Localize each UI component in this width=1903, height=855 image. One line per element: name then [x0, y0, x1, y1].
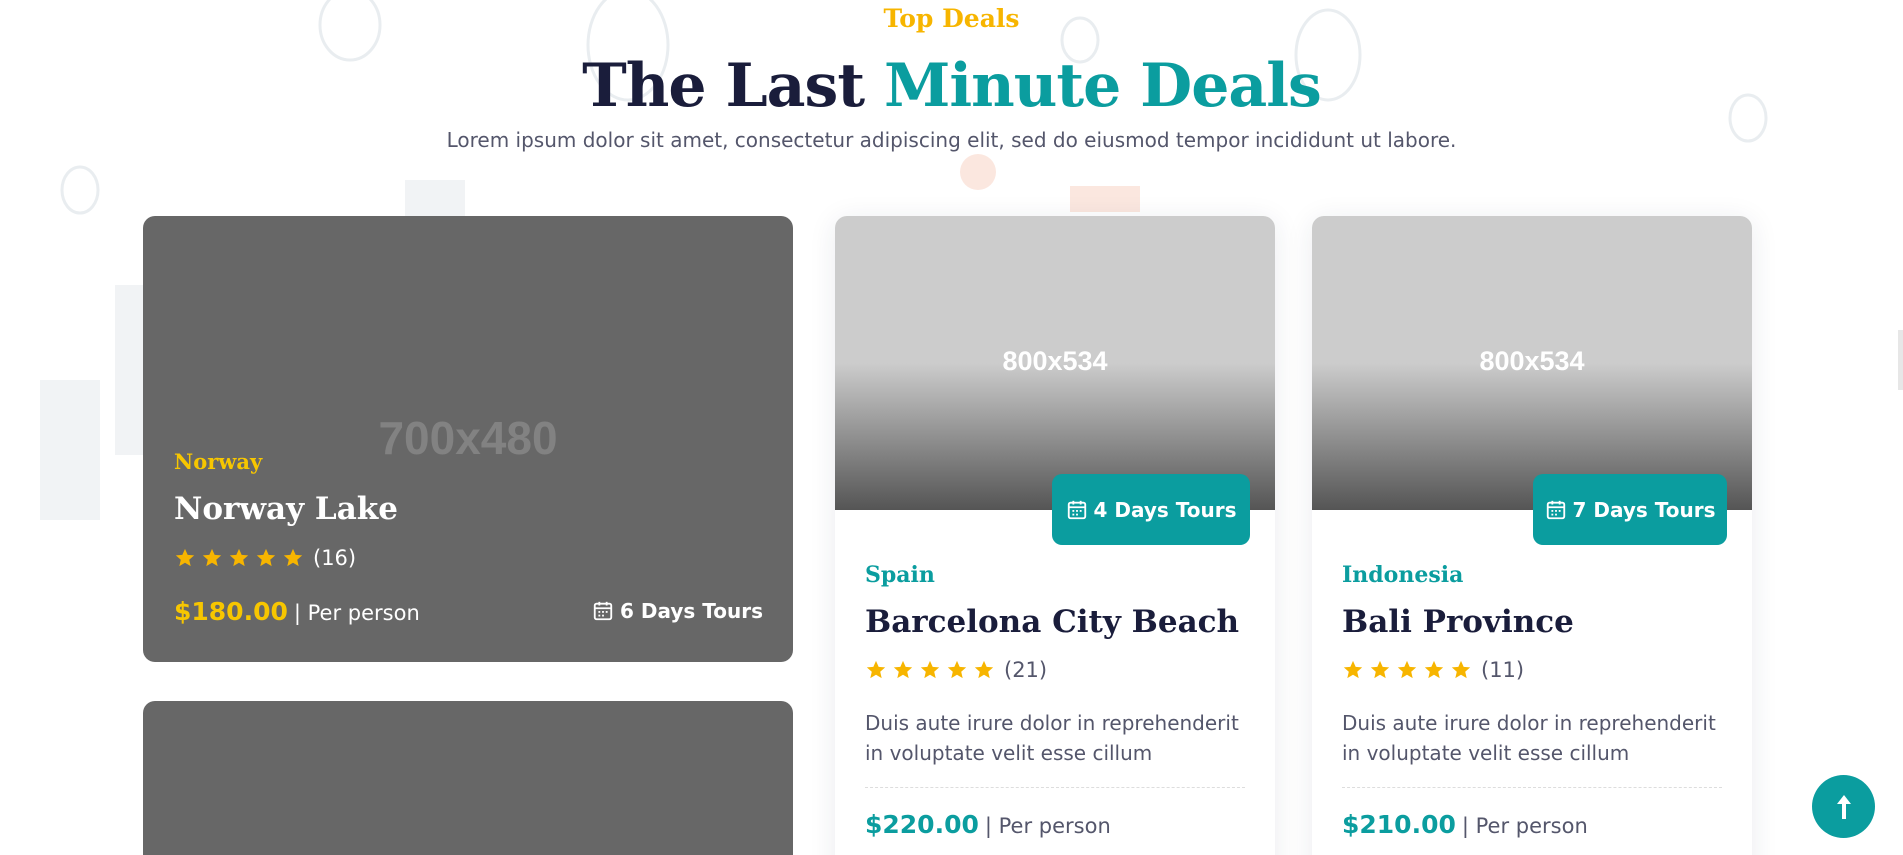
tour-country: Spain: [865, 562, 935, 588]
title-accent: Minute Deals: [883, 51, 1322, 121]
review-count: (11): [1481, 658, 1525, 682]
rating: (16): [174, 546, 356, 570]
tour-image[interactable]: 800x534: [1312, 216, 1752, 510]
review-count: (16): [313, 546, 357, 570]
star-icon: [893, 660, 913, 679]
tour-duration: 6 Days Tours: [592, 599, 763, 623]
star-icon: [229, 548, 249, 567]
star-icon: [1397, 660, 1417, 679]
star-icon: [866, 660, 886, 679]
star-icon: [1370, 660, 1390, 679]
tour-price: $220.00 | Per person: [865, 810, 1111, 839]
tour-description: Duis aute irure dolor in reprehenderit i…: [865, 711, 1239, 765]
price-unit: | Per person: [293, 601, 420, 625]
image-placeholder-text: 800x534: [1002, 346, 1108, 376]
section-subtitle: Lorem ipsum dolor sit amet, consectetur …: [446, 128, 1457, 152]
section-eyebrow: Top Deals: [883, 4, 1020, 33]
tour-country: Indonesia: [1342, 562, 1464, 588]
divider: [1342, 787, 1722, 788]
scrollbar-thumb[interactable]: [1898, 330, 1903, 390]
star-icon: [1451, 660, 1471, 679]
duration-label: 4 Days Tours: [1093, 497, 1237, 522]
arrow-up-icon: [1836, 794, 1851, 819]
star-rating: [174, 547, 309, 569]
calendar-icon: [1546, 500, 1565, 519]
star-icon: [947, 660, 967, 679]
rating: (21): [865, 658, 1047, 682]
tour-price: $180.00 | Per person: [174, 597, 420, 626]
star-icon: [175, 548, 195, 567]
review-count: (21): [1004, 658, 1048, 682]
featured-tour-card[interactable]: 700x480 Norway Norway Lake (16) $180.00 …: [143, 216, 793, 662]
tour-name[interactable]: Barcelona City Beach: [865, 604, 1239, 640]
duration-badge[interactable]: 4 Days Tours: [1052, 474, 1250, 545]
price-amount: $210.00: [1342, 810, 1456, 839]
title-main: The Last: [582, 51, 865, 121]
tour-image[interactable]: 800x534: [835, 216, 1275, 510]
price-amount: $220.00: [865, 810, 979, 839]
star-icon: [283, 548, 303, 567]
divider: [865, 787, 1245, 788]
star-icon: [974, 660, 994, 679]
image-placeholder-text: 800x534: [1479, 346, 1585, 376]
rating: (11): [1342, 658, 1524, 682]
calendar-icon: [593, 601, 613, 621]
star-icon: [256, 548, 276, 567]
duration-label: 6 Days Tours: [620, 599, 763, 623]
price-unit: | Per person: [984, 814, 1111, 838]
featured-tour-card-2[interactable]: [143, 701, 793, 855]
star-icon: [920, 660, 940, 679]
star-icon: [1343, 660, 1363, 679]
star-icon: [1424, 660, 1444, 679]
calendar-icon: [1067, 500, 1086, 519]
price-unit: | Per person: [1461, 814, 1588, 838]
section-title: The Last Minute Deals: [0, 46, 1903, 126]
tour-name[interactable]: Bali Province: [1342, 604, 1574, 640]
tour-country: Norway: [174, 449, 263, 474]
scroll-to-top-button[interactable]: [1812, 775, 1875, 838]
tour-description: Duis aute irure dolor in reprehenderit i…: [1342, 711, 1716, 765]
price-amount: $180.00: [174, 597, 288, 626]
duration-label: 7 Days Tours: [1572, 497, 1716, 522]
star-rating: [1342, 659, 1477, 681]
duration-badge[interactable]: 7 Days Tours: [1533, 474, 1727, 545]
star-rating: [865, 659, 1000, 681]
tour-price: $210.00 | Per person: [1342, 810, 1588, 839]
star-icon: [202, 548, 222, 567]
tour-name[interactable]: Norway Lake: [174, 491, 398, 527]
